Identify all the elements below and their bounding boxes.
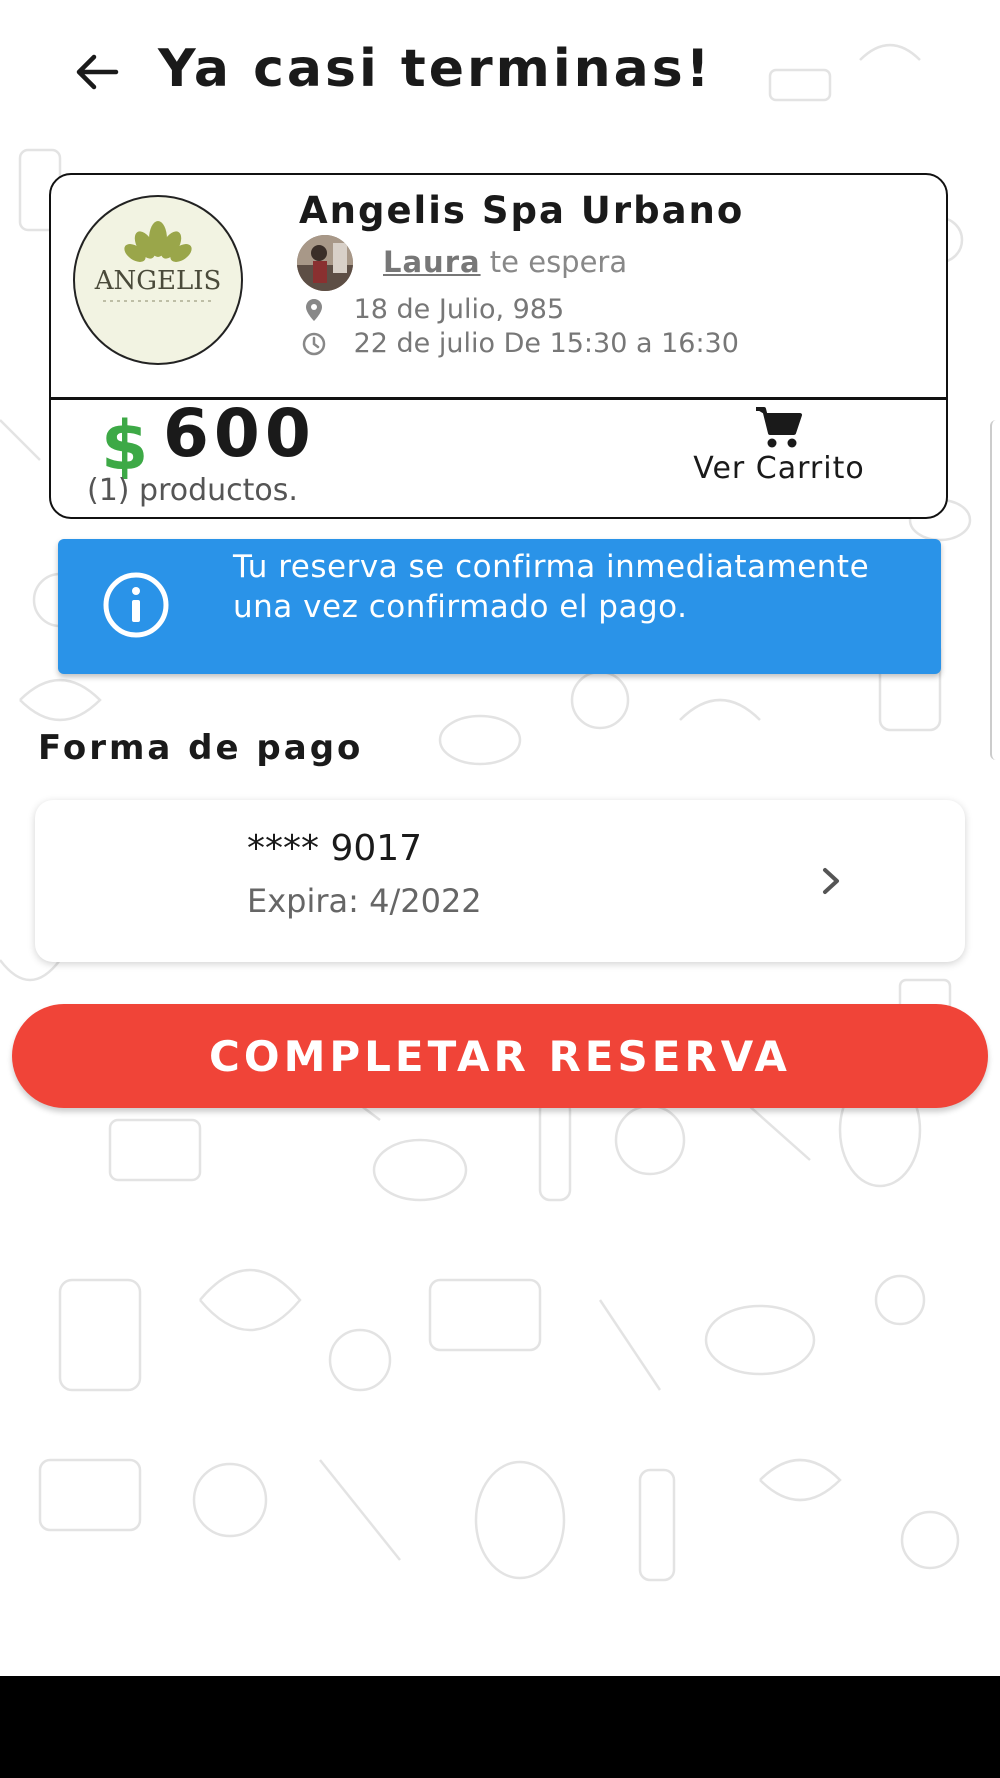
address-row: 18 de Julio, 985 bbox=[301, 293, 564, 325]
location-pin-icon bbox=[306, 298, 322, 321]
header: Ya casi terminas! bbox=[0, 35, 1000, 110]
view-cart-button[interactable]: Ver Carrito bbox=[669, 403, 889, 503]
card-expiry: Expira: 4/2022 bbox=[247, 882, 482, 920]
payment-method-card[interactable]: **** 9017 Expira: 4/2022 bbox=[35, 800, 965, 962]
staff-name-link[interactable]: Laura bbox=[383, 245, 481, 279]
complete-booking-button[interactable]: COMPLETAR RESERVA bbox=[12, 1004, 988, 1108]
confirmation-info-banner: Tu reserva se confirma inmediatamente un… bbox=[58, 539, 941, 674]
banner-text: Tu reserva se confirma inmediatamente un… bbox=[233, 549, 870, 625]
back-button[interactable] bbox=[72, 47, 122, 97]
spa-logo: ANGELIS bbox=[73, 195, 243, 365]
products-count: (1) productos. bbox=[87, 473, 298, 508]
arrow-left-icon bbox=[76, 54, 119, 90]
chevron-right-icon bbox=[823, 868, 839, 894]
schedule-text: 22 de julio De 15:30 a 16:30 bbox=[353, 328, 739, 359]
page-title: Ya casi terminas! bbox=[158, 39, 713, 99]
address-text: 18 de Julio, 985 bbox=[353, 294, 565, 325]
staff-waiting-text: te espera bbox=[489, 245, 628, 279]
shopping-cart-icon bbox=[756, 407, 802, 448]
info-icon bbox=[103, 572, 169, 638]
spa-name: Angelis Spa Urbano bbox=[299, 189, 745, 232]
svg-text:ANGELIS: ANGELIS bbox=[94, 266, 222, 296]
payment-section-title: Forma de pago bbox=[38, 728, 364, 768]
clock-icon bbox=[302, 332, 326, 355]
total-price: 600 bbox=[163, 395, 316, 472]
scrollbar-edge bbox=[990, 420, 1000, 760]
staff-avatar bbox=[297, 235, 353, 291]
schedule-row: 22 de julio De 15:30 a 16:30 bbox=[301, 327, 739, 359]
card-number: **** 9017 bbox=[247, 828, 423, 869]
system-navigation-bar bbox=[0, 1676, 1000, 1778]
booking-summary-card: ANGELIS Angelis Spa Urbano Laura te espe… bbox=[49, 173, 948, 519]
view-cart-label: Ver Carrito bbox=[693, 451, 865, 486]
